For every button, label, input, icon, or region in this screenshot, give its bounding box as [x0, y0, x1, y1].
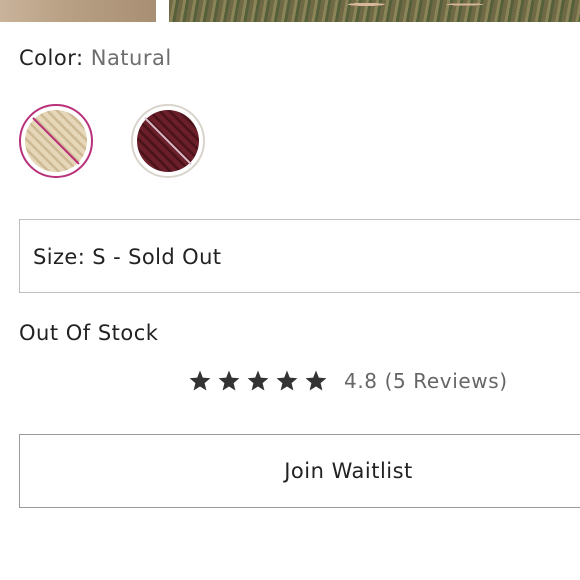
size-label: Size:	[33, 245, 86, 269]
star-rating	[188, 369, 328, 393]
star-icon	[276, 370, 298, 391]
size-select-text: Size: S - Sold Out	[33, 245, 221, 269]
swatch-wine[interactable]	[131, 104, 205, 178]
star-icon	[218, 370, 240, 391]
join-waitlist-label: Join Waitlist	[284, 459, 413, 483]
star-icon	[305, 370, 327, 391]
swatch-natural[interactable]	[19, 104, 93, 178]
size-select[interactable]: Size: S - Sold Out	[19, 219, 580, 293]
rating-text: 4.8 (5 Reviews)	[344, 369, 508, 393]
star-icon	[189, 370, 211, 391]
stock-status: Out Of Stock	[19, 321, 159, 345]
rating-summary[interactable]: 4.8 (5 Reviews)	[188, 366, 508, 396]
product-photo-right[interactable]	[169, 0, 580, 22]
color-selection-label: Color: Natural	[19, 46, 172, 70]
rating-score: 4.8	[344, 369, 378, 393]
selected-color-value: Natural	[90, 46, 172, 70]
corduroy-wine-swatch-image	[137, 110, 199, 172]
product-options-panel: Color: Natural Size: S - Sold Out Out Of…	[0, 0, 580, 580]
product-photo-left[interactable]	[0, 0, 156, 22]
join-waitlist-button[interactable]: Join Waitlist	[19, 434, 580, 508]
star-icon	[247, 370, 269, 391]
size-value: S - Sold Out	[92, 245, 222, 269]
color-label: Color:	[19, 46, 84, 70]
reviews-count-link[interactable]: (5 Reviews)	[385, 369, 508, 393]
product-photo-strip	[0, 0, 580, 22]
corduroy-natural-swatch-image	[25, 110, 87, 172]
